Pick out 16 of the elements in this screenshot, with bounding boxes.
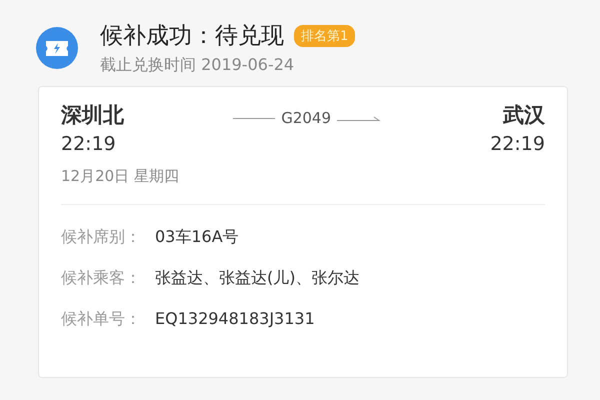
arrival-station: 武汉 [502,102,545,129]
departure-time: 22:19 [61,133,117,155]
detail-label: 候补单号： [61,309,141,330]
rank-badge: 排名第1 [294,24,356,46]
detail-value: 张益达、张益达(儿)、张尔达 [155,268,360,289]
departure-station: 深圳北 [61,102,124,129]
detail-value: 03车16A号 [155,227,239,248]
ticket-icon [36,27,78,69]
detail-label: 候补乘客： [61,268,141,289]
detail-value: EQ132948183J3131 [155,309,315,330]
detail-label: 候补席别： [61,227,141,248]
train-number: G2049 [281,109,332,127]
status-title: 候补成功：待兑现 [100,22,284,51]
arrival-time: 22:19 [490,133,545,155]
deadline-text: 截止兑换时间 2019-06-24 [100,55,296,76]
travel-date: 12月20日 星期四 [61,167,545,205]
